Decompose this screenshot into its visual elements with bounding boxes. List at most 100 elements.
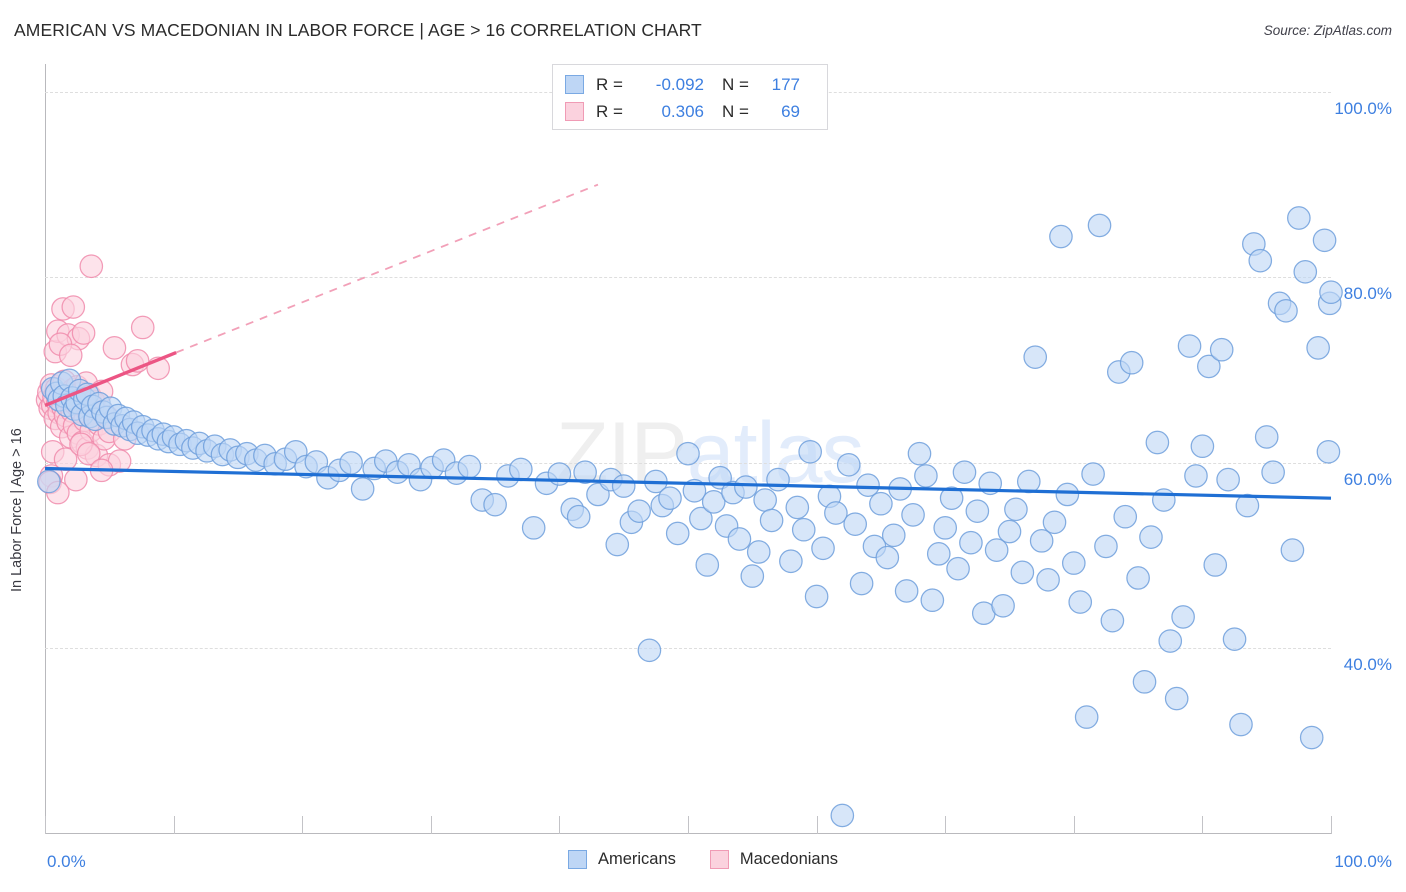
plot-area bbox=[35, 64, 1343, 834]
data-point bbox=[1274, 298, 1298, 323]
data-point bbox=[1132, 670, 1157, 694]
data-point bbox=[1319, 280, 1343, 305]
data-point bbox=[824, 501, 848, 525]
data-point bbox=[740, 564, 765, 588]
n-label-macedonians: N = bbox=[722, 101, 749, 121]
data-point bbox=[566, 504, 591, 529]
data-point bbox=[1306, 336, 1330, 360]
data-point bbox=[1055, 482, 1080, 507]
legend-label-americans: Americans bbox=[597, 850, 676, 868]
data-layer bbox=[35, 183, 1343, 828]
y-tick-label-80: 80.0% bbox=[1343, 284, 1392, 304]
data-point bbox=[734, 475, 758, 499]
data-point bbox=[1049, 224, 1073, 249]
data-point bbox=[1293, 259, 1318, 284]
data-point bbox=[1100, 608, 1125, 633]
n-value-macedonians: 69 bbox=[781, 101, 800, 121]
data-point bbox=[637, 638, 662, 663]
data-point bbox=[1316, 439, 1341, 464]
data-point bbox=[907, 441, 932, 466]
legend-swatch-macedonians bbox=[709, 850, 729, 869]
data-point bbox=[766, 467, 790, 492]
data-point bbox=[849, 571, 874, 596]
data-point bbox=[1094, 534, 1118, 559]
data-point bbox=[71, 321, 96, 345]
data-point bbox=[605, 532, 630, 557]
data-point bbox=[946, 556, 970, 581]
data-point bbox=[933, 516, 958, 540]
data-point bbox=[1280, 538, 1305, 562]
n-label-americans: N = bbox=[722, 74, 749, 94]
data-point bbox=[1010, 560, 1035, 585]
data-point bbox=[1184, 464, 1208, 488]
data-point bbox=[1222, 627, 1247, 652]
data-point bbox=[1042, 510, 1067, 535]
data-point bbox=[1312, 228, 1337, 253]
x-tick-100 bbox=[1331, 816, 1332, 834]
data-point bbox=[798, 439, 822, 464]
data-point bbox=[1248, 248, 1273, 273]
legend-item-americans[interactable]: Americans bbox=[567, 850, 676, 869]
data-point bbox=[483, 492, 507, 517]
data-point bbox=[130, 315, 155, 340]
data-point bbox=[1081, 462, 1105, 486]
data-point bbox=[856, 473, 880, 498]
legend-item-macedonians[interactable]: Macedonians bbox=[709, 850, 839, 869]
data-point bbox=[521, 516, 546, 540]
data-point bbox=[58, 343, 83, 368]
data-point bbox=[1036, 567, 1060, 592]
data-point bbox=[1061, 551, 1086, 575]
data-point bbox=[1113, 504, 1138, 529]
data-point bbox=[1087, 213, 1112, 238]
data-point bbox=[1004, 497, 1028, 522]
y-tick-label-40: 40.0% bbox=[1343, 655, 1392, 675]
legend-label-macedonians: Macedonians bbox=[739, 850, 839, 868]
data-point bbox=[965, 499, 990, 523]
data-point bbox=[759, 508, 784, 533]
data-point bbox=[785, 495, 810, 520]
data-point bbox=[984, 538, 1009, 562]
correlation-chart-page: AMERICAN VS MACEDONIAN IN LABOR FORCE | … bbox=[0, 0, 1406, 892]
data-point bbox=[1254, 425, 1279, 449]
r-value-macedonians: 0.306 bbox=[661, 101, 704, 121]
data-point bbox=[1139, 525, 1163, 549]
data-point bbox=[611, 474, 636, 498]
data-point bbox=[1145, 430, 1170, 455]
y-tick-label-100: 100.0% bbox=[1334, 98, 1392, 118]
data-point bbox=[1171, 605, 1195, 629]
source-attribution: Source: ZipAtlas.com bbox=[1263, 23, 1392, 38]
data-point bbox=[843, 512, 868, 536]
data-point bbox=[830, 803, 855, 828]
data-point bbox=[658, 486, 682, 510]
r-label-americans: R = bbox=[596, 74, 623, 94]
data-point bbox=[695, 553, 720, 577]
data-point bbox=[804, 584, 829, 609]
data-point bbox=[102, 336, 127, 360]
y-tick-label-60: 60.0% bbox=[1343, 469, 1392, 489]
data-point bbox=[457, 454, 482, 479]
data-point bbox=[350, 477, 375, 501]
trendline-extension-macedonians bbox=[175, 183, 599, 354]
data-point bbox=[79, 254, 104, 279]
data-point bbox=[997, 519, 1022, 544]
points-americans bbox=[37, 206, 1343, 828]
r-label-macedonians: R = bbox=[596, 101, 623, 121]
data-point bbox=[1261, 460, 1285, 485]
data-point bbox=[914, 464, 938, 488]
data-point bbox=[753, 488, 777, 512]
data-point bbox=[508, 457, 533, 482]
page-title: AMERICAN VS MACEDONIAN IN LABOR FORCE | … bbox=[14, 20, 702, 40]
data-point bbox=[1209, 337, 1234, 362]
data-point bbox=[779, 549, 803, 574]
data-point bbox=[952, 460, 977, 485]
r-value-americans: -0.092 bbox=[655, 74, 704, 94]
data-point bbox=[1164, 686, 1189, 711]
data-point bbox=[1190, 434, 1215, 459]
data-point bbox=[869, 491, 893, 516]
stats-row-americans: R = -0.092 N = 177 bbox=[565, 71, 817, 98]
data-point bbox=[37, 469, 61, 494]
data-point bbox=[836, 452, 861, 477]
n-value-americans: 177 bbox=[771, 74, 800, 94]
data-point bbox=[1151, 488, 1176, 512]
data-point bbox=[727, 527, 752, 551]
